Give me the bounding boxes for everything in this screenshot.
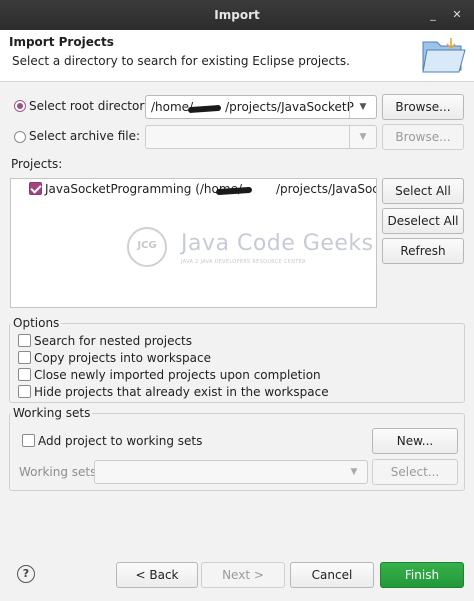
chevron-down-icon[interactable]: ▼ xyxy=(341,461,367,483)
browse-archive-button[interactable]: Browse... xyxy=(382,124,464,150)
archive-file-label: Select archive file: xyxy=(29,129,141,143)
working-sets-field-label: Working sets: xyxy=(19,465,101,479)
nested-projects-checkbox[interactable] xyxy=(18,334,31,347)
select-working-sets-button[interactable]: Select... xyxy=(372,459,458,485)
browse-root-button[interactable]: Browse... xyxy=(382,94,464,120)
options-label: Options xyxy=(11,316,62,330)
watermark-tagline: JAVA 2 JAVA DEVELOPERS RESOURCE CENTER xyxy=(181,259,306,265)
close-button[interactable]: ✕ xyxy=(448,6,466,24)
projects-label: Projects: xyxy=(11,157,63,171)
nested-projects-label: Search for nested projects xyxy=(34,334,193,348)
deselect-all-button[interactable]: Deselect All xyxy=(382,208,464,234)
project-name: JavaSocketProgramming (/home//projects/J… xyxy=(45,182,376,196)
help-icon[interactable]: ? xyxy=(17,565,35,583)
root-directory-radio[interactable] xyxy=(14,100,26,112)
wizard-title: Import Projects xyxy=(9,35,114,49)
chevron-down-icon[interactable]: ▼ xyxy=(349,126,376,148)
projects-list[interactable]: JavaSocketProgramming (/home//projects/J… xyxy=(10,178,377,308)
hide-existing-label: Hide projects that already exist in the … xyxy=(34,385,329,399)
next-button[interactable]: Next > xyxy=(201,562,285,588)
minimize-button[interactable]: _ xyxy=(424,6,442,24)
copy-projects-checkbox[interactable] xyxy=(18,351,31,364)
root-directory-combo[interactable]: /home//projects/JavaSocketP ▼ xyxy=(145,95,377,119)
add-to-working-sets-checkbox[interactable] xyxy=(22,434,35,447)
finish-button[interactable]: Finish xyxy=(380,562,464,588)
title-bar: Import _ ✕ xyxy=(0,0,474,30)
folder-icon xyxy=(422,38,466,73)
jcg-logo: JCG xyxy=(127,227,167,267)
working-sets-combo[interactable]: ▼ xyxy=(94,460,368,484)
refresh-button[interactable]: Refresh xyxy=(382,238,464,264)
root-directory-label: Select root directory: xyxy=(29,99,155,113)
working-sets-label: Working sets xyxy=(11,406,93,420)
add-to-working-sets-label: Add project to working sets xyxy=(38,434,203,448)
wizard-header: Import Projects Select a directory to se… xyxy=(0,30,474,82)
watermark-brand: Java Code Geeks xyxy=(181,231,374,256)
close-imported-checkbox[interactable] xyxy=(18,368,31,381)
archive-file-combo[interactable]: ▼ xyxy=(145,125,377,149)
hide-existing-checkbox[interactable] xyxy=(18,385,31,398)
copy-projects-label: Copy projects into workspace xyxy=(34,351,212,365)
window-title: Import xyxy=(214,8,260,22)
cancel-button[interactable]: Cancel xyxy=(290,562,374,588)
back-button[interactable]: < Back xyxy=(116,562,198,588)
close-imported-label: Close newly imported projects upon compl… xyxy=(34,368,321,382)
project-checkbox[interactable] xyxy=(29,182,42,195)
select-all-button[interactable]: Select All xyxy=(382,178,464,204)
root-directory-value: /home//projects/JavaSocketP xyxy=(151,100,354,114)
new-working-set-button[interactable]: New... xyxy=(372,428,458,454)
wizard-description: Select a directory to search for existin… xyxy=(12,54,350,68)
archive-file-radio[interactable] xyxy=(14,131,26,143)
chevron-down-icon[interactable]: ▼ xyxy=(349,96,376,118)
